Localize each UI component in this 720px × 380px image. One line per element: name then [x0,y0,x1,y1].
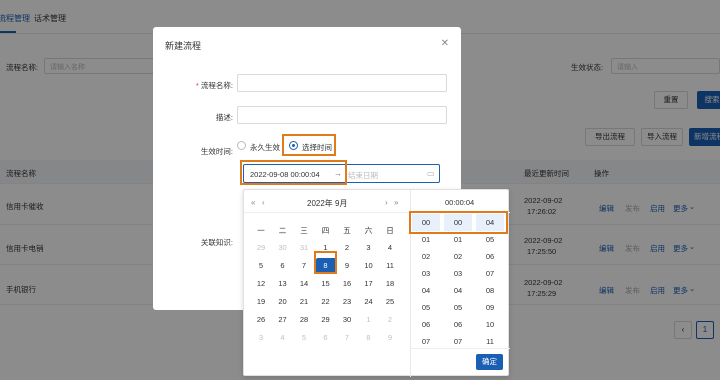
weekday-header: 五 [343,226,351,235]
calendar-day[interactable]: 3 [359,240,379,256]
highlight-selected-day [314,251,337,274]
calendar-day[interactable]: 30 [337,312,357,328]
calendar-day[interactable]: 4 [273,330,293,346]
dialog-title: 新建流程 [165,41,202,51]
process-name-input[interactable] [237,74,447,92]
calendar-day[interactable]: 28 [294,312,314,328]
calendar-day[interactable]: 5 [251,258,271,274]
desc-label: 描述: [215,113,233,122]
calendar-day[interactable]: 22 [316,294,336,310]
calendar-day[interactable]: 27 [273,312,293,328]
prev-year-icon[interactable]: « [251,198,255,207]
time-display: 00:00:04 [445,198,475,207]
time-option[interactable]: 09 [476,299,504,316]
calendar-day[interactable]: 9 [337,258,357,274]
calendar-day[interactable]: 23 [337,294,357,310]
calendar-day[interactable]: 31 [294,240,314,256]
next-month-icon[interactable]: › [385,198,388,207]
weekday-header: 四 [321,226,330,235]
time-option[interactable]: 07 [476,265,504,282]
calendar-day[interactable]: 30 [273,240,293,256]
time-option[interactable]: 06 [476,248,504,265]
time-option[interactable]: 10 [476,316,504,333]
time-option[interactable]: 05 [444,299,472,316]
calendar-year[interactable]: 2022年 [307,198,333,209]
calendar-day[interactable]: 7 [294,258,314,274]
calendar-day[interactable]: 6 [273,258,293,274]
time-column-seconds[interactable]: 04 05 06 07 08 09 10 11 [476,214,504,350]
process-name-label: * 流程名称: [195,81,233,90]
divider [411,348,510,349]
calendar-day[interactable]: 25 [380,294,400,310]
calendar-day[interactable]: 26 [251,312,271,328]
time-option[interactable]: 03 [412,265,440,282]
highlight-start-date [240,160,347,185]
next-year-icon[interactable]: » [394,198,398,207]
time-option[interactable]: 03 [444,265,472,282]
close-icon[interactable]: ✕ [441,38,449,49]
calendar-day[interactable]: 7 [337,330,357,346]
time-column-hours[interactable]: 00 01 02 03 04 05 06 07 [412,214,440,350]
calendar-icon: ▭ [427,169,435,178]
highlight-time-row [409,211,508,234]
calendar-day[interactable]: 20 [273,294,293,310]
highlight-select-time [282,134,336,156]
time-option[interactable]: 04 [444,282,472,299]
calendar-day[interactable]: 17 [359,276,379,292]
weekday-header: 三 [300,226,308,235]
calendar-day[interactable]: 12 [251,276,271,292]
time-option[interactable]: 06 [412,316,440,333]
calendar-day[interactable]: 11 [380,258,400,274]
time-option[interactable]: 06 [444,316,472,333]
radio-forever[interactable] [237,141,246,150]
time-option[interactable]: 02 [444,248,472,265]
calendar-day[interactable]: 1 [359,312,379,328]
calendar-day[interactable]: 24 [359,294,379,310]
calendar-day[interactable]: 13 [273,276,293,292]
calendar-day[interactable]: 4 [380,240,400,256]
calendar-day[interactable]: 3 [251,330,271,346]
calendar-day[interactable]: 18 [380,276,400,292]
calendar-day[interactable]: 6 [316,330,336,346]
desc-input[interactable] [237,106,447,124]
divider [244,212,410,213]
link-knowledge-label: 关联知识: [200,238,233,247]
radio-forever-label: 永久生效 [250,143,280,152]
prev-month-icon[interactable]: ‹ [262,198,265,207]
calendar-day[interactable]: 15 [316,276,336,292]
calendar-day[interactable]: 14 [294,276,314,292]
weekday-header: 一 [257,226,265,235]
calendar-day[interactable]: 2 [380,312,400,328]
calendar-day[interactable]: 16 [337,276,357,292]
calendar-day[interactable]: 21 [294,294,314,310]
weekday-header: 二 [278,226,287,235]
confirm-button[interactable]: 确定 [476,354,503,370]
calendar-day[interactable]: 29 [316,312,336,328]
calendar-day[interactable]: 5 [294,330,314,346]
calendar-day[interactable]: 2 [337,240,357,256]
calendar-day[interactable]: 29 [251,240,271,256]
time-column-minutes[interactable]: 00 01 02 03 04 05 06 07 [444,214,472,350]
time-option[interactable]: 08 [476,282,504,299]
range-end-placeholder: 结束日期 [348,171,378,180]
effective-time-label: 生效时间: [200,147,233,156]
weekday-header: 六 [364,226,373,235]
calendar-month[interactable]: 9月 [335,198,347,209]
calendar-day[interactable]: 8 [359,330,379,346]
weekday-header: 日 [386,226,394,235]
calendar-day[interactable]: 9 [380,330,400,346]
time-option[interactable]: 02 [412,248,440,265]
time-option[interactable]: 05 [412,299,440,316]
time-option[interactable]: 04 [412,282,440,299]
calendar-day[interactable]: 10 [359,258,379,274]
calendar-day[interactable]: 19 [251,294,271,310]
